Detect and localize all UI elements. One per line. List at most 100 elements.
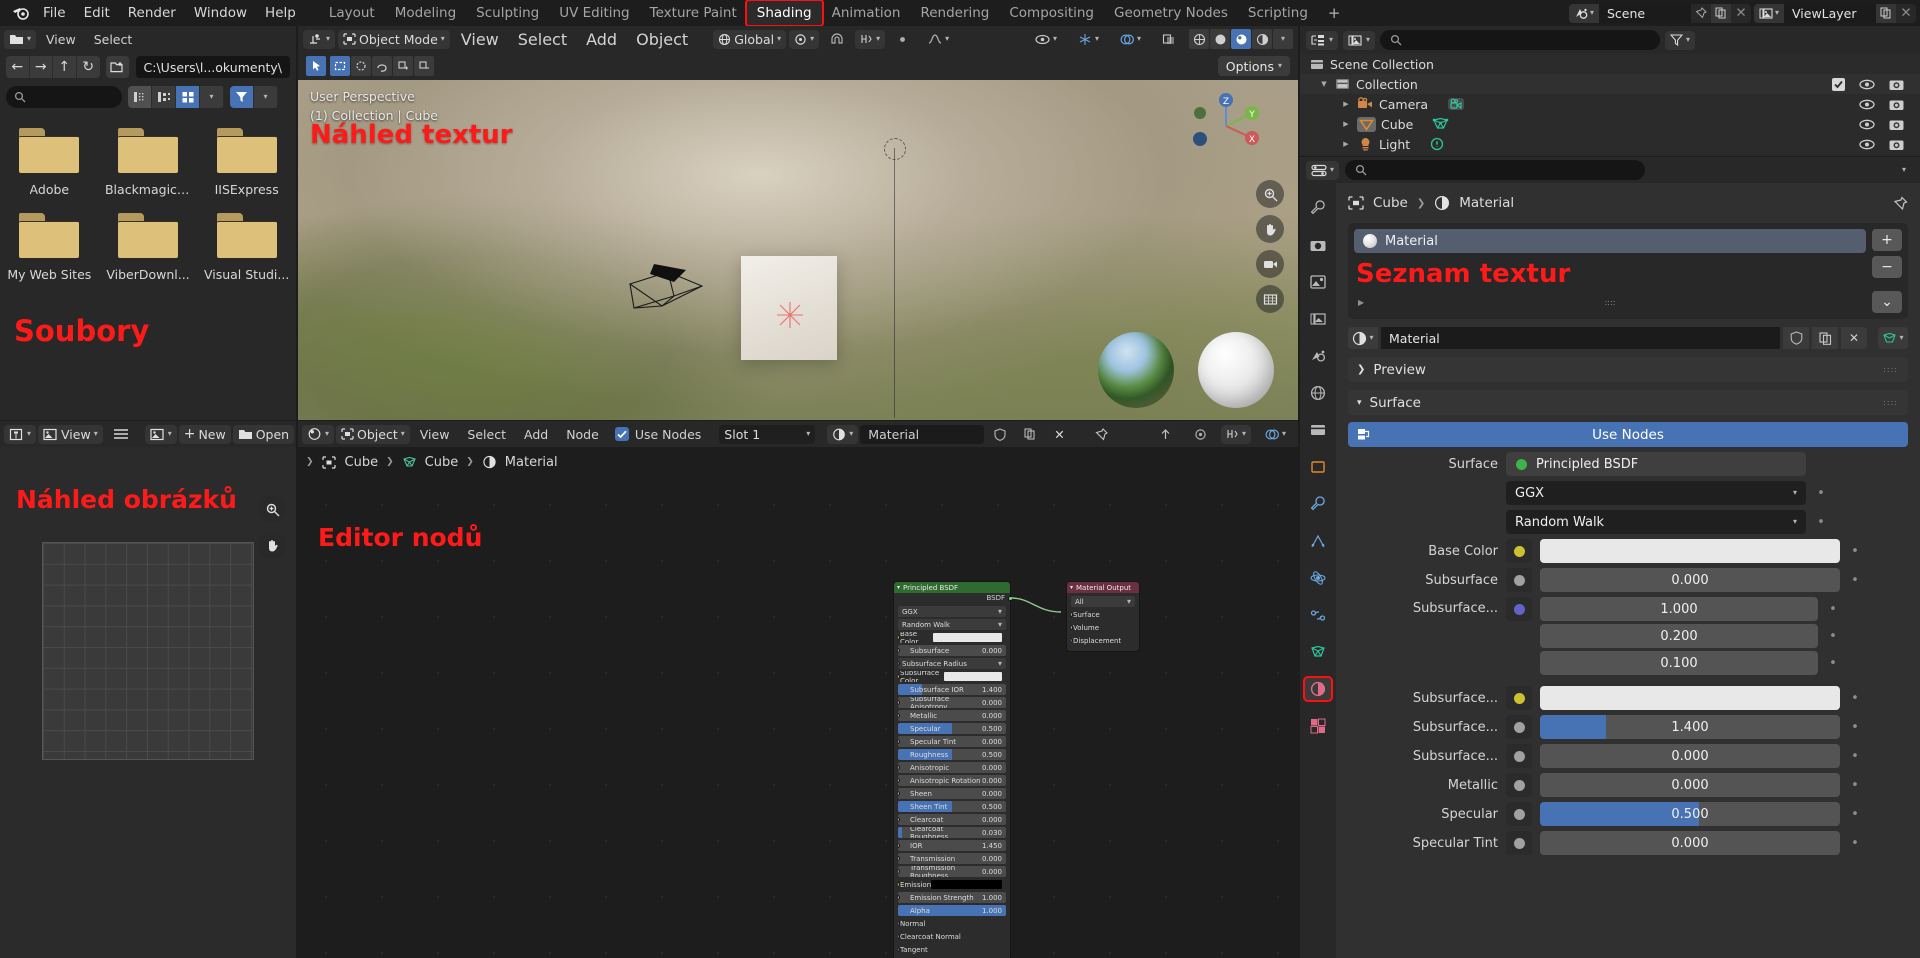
breadcrumb-material-label[interactable]: Material (1459, 195, 1514, 211)
workspace-tab-animation[interactable]: Animation (822, 1, 911, 25)
camera-view-icon[interactable] (1256, 250, 1284, 278)
nav-up-button[interactable]: ↑ (53, 56, 77, 78)
tab-material[interactable] (1303, 676, 1333, 702)
socket-subsurface-radius[interactable] (898, 661, 900, 666)
expand-triangle-icon[interactable]: ▼ (1318, 80, 1330, 88)
eye-icon[interactable] (1859, 99, 1875, 110)
camera-object[interactable] (628, 262, 706, 318)
node-row-specular-tint[interactable]: Specular Tint 0.000 (898, 736, 1006, 747)
overlays-toggle[interactable]: ▾ (1112, 30, 1149, 49)
file-browser-menu-view[interactable]: View (38, 32, 84, 47)
snap-node-up-icon[interactable] (1151, 425, 1180, 444)
breadcrumb-object-label[interactable]: Cube (1373, 195, 1408, 211)
node-row-subsurface[interactable]: Subsurface 0.000 (898, 645, 1006, 656)
proportional-falloff-dropdown[interactable]: ▾ (920, 30, 957, 49)
scene-selector[interactable]: ▾ Scene ✕ (1569, 3, 1751, 23)
viewport-options-button[interactable]: Options ▾ (1217, 56, 1290, 76)
material-copy-icon[interactable] (1812, 327, 1838, 349)
viewport-menu-add[interactable]: Add (578, 30, 625, 49)
pan-hand-icon[interactable] (258, 531, 286, 559)
specular-tint-socket-button[interactable] (1506, 831, 1532, 855)
collection-checkbox[interactable] (1832, 77, 1845, 91)
node-menu-view[interactable]: View (412, 427, 458, 442)
node-collapse-icon[interactable]: ▾ (897, 584, 900, 591)
select-extend-icon[interactable] (393, 56, 413, 76)
panel-preview[interactable]: ❯ Preview :::: (1348, 357, 1908, 382)
node-header[interactable]: ▾ Material Output (1067, 582, 1139, 593)
use-nodes-button[interactable]: Use Nodes (1348, 422, 1908, 447)
file-item[interactable]: IISExpress (197, 128, 296, 197)
socket-transmission[interactable] (898, 856, 900, 861)
scene-close-icon[interactable]: ✕ (1731, 4, 1751, 23)
workspace-tab-modeling[interactable]: Modeling (385, 1, 466, 25)
fake-user-icon[interactable] (1783, 327, 1809, 349)
subsurface-radius-z[interactable]: 0.100 (1540, 651, 1818, 675)
fake-user-icon[interactable] (986, 425, 1014, 444)
scene-icon[interactable]: ▾ (1569, 3, 1599, 23)
blender-logo-icon[interactable] (8, 3, 34, 23)
node-row-clearcoat-normal[interactable]: Clearcoat Normal (898, 931, 1006, 942)
file-item[interactable]: Adobe (0, 128, 99, 197)
subsurface-radius-y[interactable]: 0.200 (1540, 624, 1818, 648)
open-image-button[interactable]: Open (232, 424, 295, 444)
node-principled-bsdf[interactable]: ▾ Principled BSDF BSDF GGX ▾ Random Walk… (893, 581, 1013, 958)
node-material-name-field[interactable]: Material (860, 424, 985, 444)
viewlayer-selector[interactable]: ▾ ViewLayer ✕ (1754, 3, 1916, 23)
image-editor-type-button[interactable]: ▾ (4, 424, 37, 444)
menu-render[interactable]: Render (119, 3, 185, 23)
eye-icon[interactable] (1859, 79, 1875, 90)
properties-search-input[interactable] (1345, 160, 1646, 180)
expand-triangle-icon[interactable]: ▶ (1340, 140, 1352, 148)
breadcrumb-material-label[interactable]: Material (505, 455, 558, 470)
proportional-edit-toggle[interactable] (1186, 425, 1215, 444)
node-row-anisotropic[interactable]: Anisotropic 0.000 (898, 762, 1006, 773)
animate-decorator-icon[interactable]: • (1848, 720, 1862, 735)
node-row-emission[interactable]: Emission (898, 879, 1006, 890)
viewlayer-close-icon[interactable]: ✕ (1896, 4, 1916, 23)
animate-decorator-icon[interactable]: • (1848, 544, 1862, 559)
tab-constraints[interactable] (1305, 604, 1331, 626)
outliner-filter-button[interactable]: ▾ (1665, 30, 1696, 50)
zoom-icon[interactable] (258, 495, 286, 523)
image-editor-mode-dropdown[interactable]: View ▾ (38, 424, 103, 444)
shading-options-chevron-icon[interactable]: ▾ (1273, 29, 1293, 49)
socket-sheen[interactable] (898, 791, 900, 796)
base-color-swatch[interactable] (1540, 539, 1840, 563)
subsurface-method-dropdown[interactable]: Random Walk ▾ (1506, 510, 1806, 534)
workspace-tab-sculpting[interactable]: Sculpting (466, 1, 549, 25)
node-row-subsurface-color[interactable]: Subsurface Color (898, 671, 1006, 682)
file-item[interactable]: Blackmagic ... (99, 128, 198, 197)
object-mode-dropdown[interactable]: Object Mode ▾ (338, 29, 450, 49)
animate-decorator-icon[interactable]: • (1814, 486, 1828, 501)
node-row-clearcoat[interactable]: Clearcoat 0.000 (898, 814, 1006, 825)
outliner-id-type-dropdown[interactable]: ▾ (1343, 30, 1376, 50)
tab-physics[interactable] (1305, 567, 1331, 589)
pin-icon[interactable] (1087, 425, 1116, 444)
node-material-close-icon[interactable]: ✕ (1046, 425, 1072, 444)
tab-collection-properties[interactable] (1305, 419, 1331, 441)
specular-tint-slider[interactable]: 0.000 (1540, 831, 1840, 855)
tab-texture[interactable] (1305, 715, 1331, 737)
animate-decorator-icon[interactable]: • (1848, 778, 1862, 793)
distribution-dropdown[interactable]: GGX ▾ (1506, 481, 1806, 505)
eye-icon[interactable] (1859, 139, 1875, 150)
eye-icon[interactable] (1859, 119, 1875, 130)
socket-emission-strength[interactable] (898, 895, 900, 900)
animate-decorator-icon[interactable]: • (1848, 749, 1862, 764)
proportional-edit-toggle[interactable] (888, 30, 917, 49)
node-menu-node[interactable]: Node (558, 427, 607, 442)
image-datablock-dropdown[interactable]: ▾ (144, 424, 177, 444)
shading-material-preview-icon[interactable] (1231, 29, 1251, 49)
viewport-menu-select[interactable]: Select (510, 30, 575, 49)
node-overlays-dropdown[interactable]: ▾ (1257, 425, 1294, 444)
node-row-clearcoat-roughness[interactable]: Clearcoat Roughness 0.030 (898, 827, 1006, 838)
pan-hand-icon[interactable] (1256, 215, 1284, 243)
file-path-input[interactable]: C:\Users\l...okumenty\ (135, 56, 290, 78)
node-row-target[interactable]: All ▾ (1071, 596, 1135, 607)
select-subtract-icon[interactable] (414, 56, 434, 76)
use-nodes-checkbox[interactable] (614, 427, 629, 441)
animate-decorator-icon[interactable]: • (1826, 602, 1840, 617)
animate-decorator-icon[interactable]: • (1826, 656, 1840, 671)
use-nodes-checkbox-group[interactable]: Use Nodes (614, 427, 701, 442)
viewlayer-icon[interactable]: ▾ (1754, 3, 1784, 23)
